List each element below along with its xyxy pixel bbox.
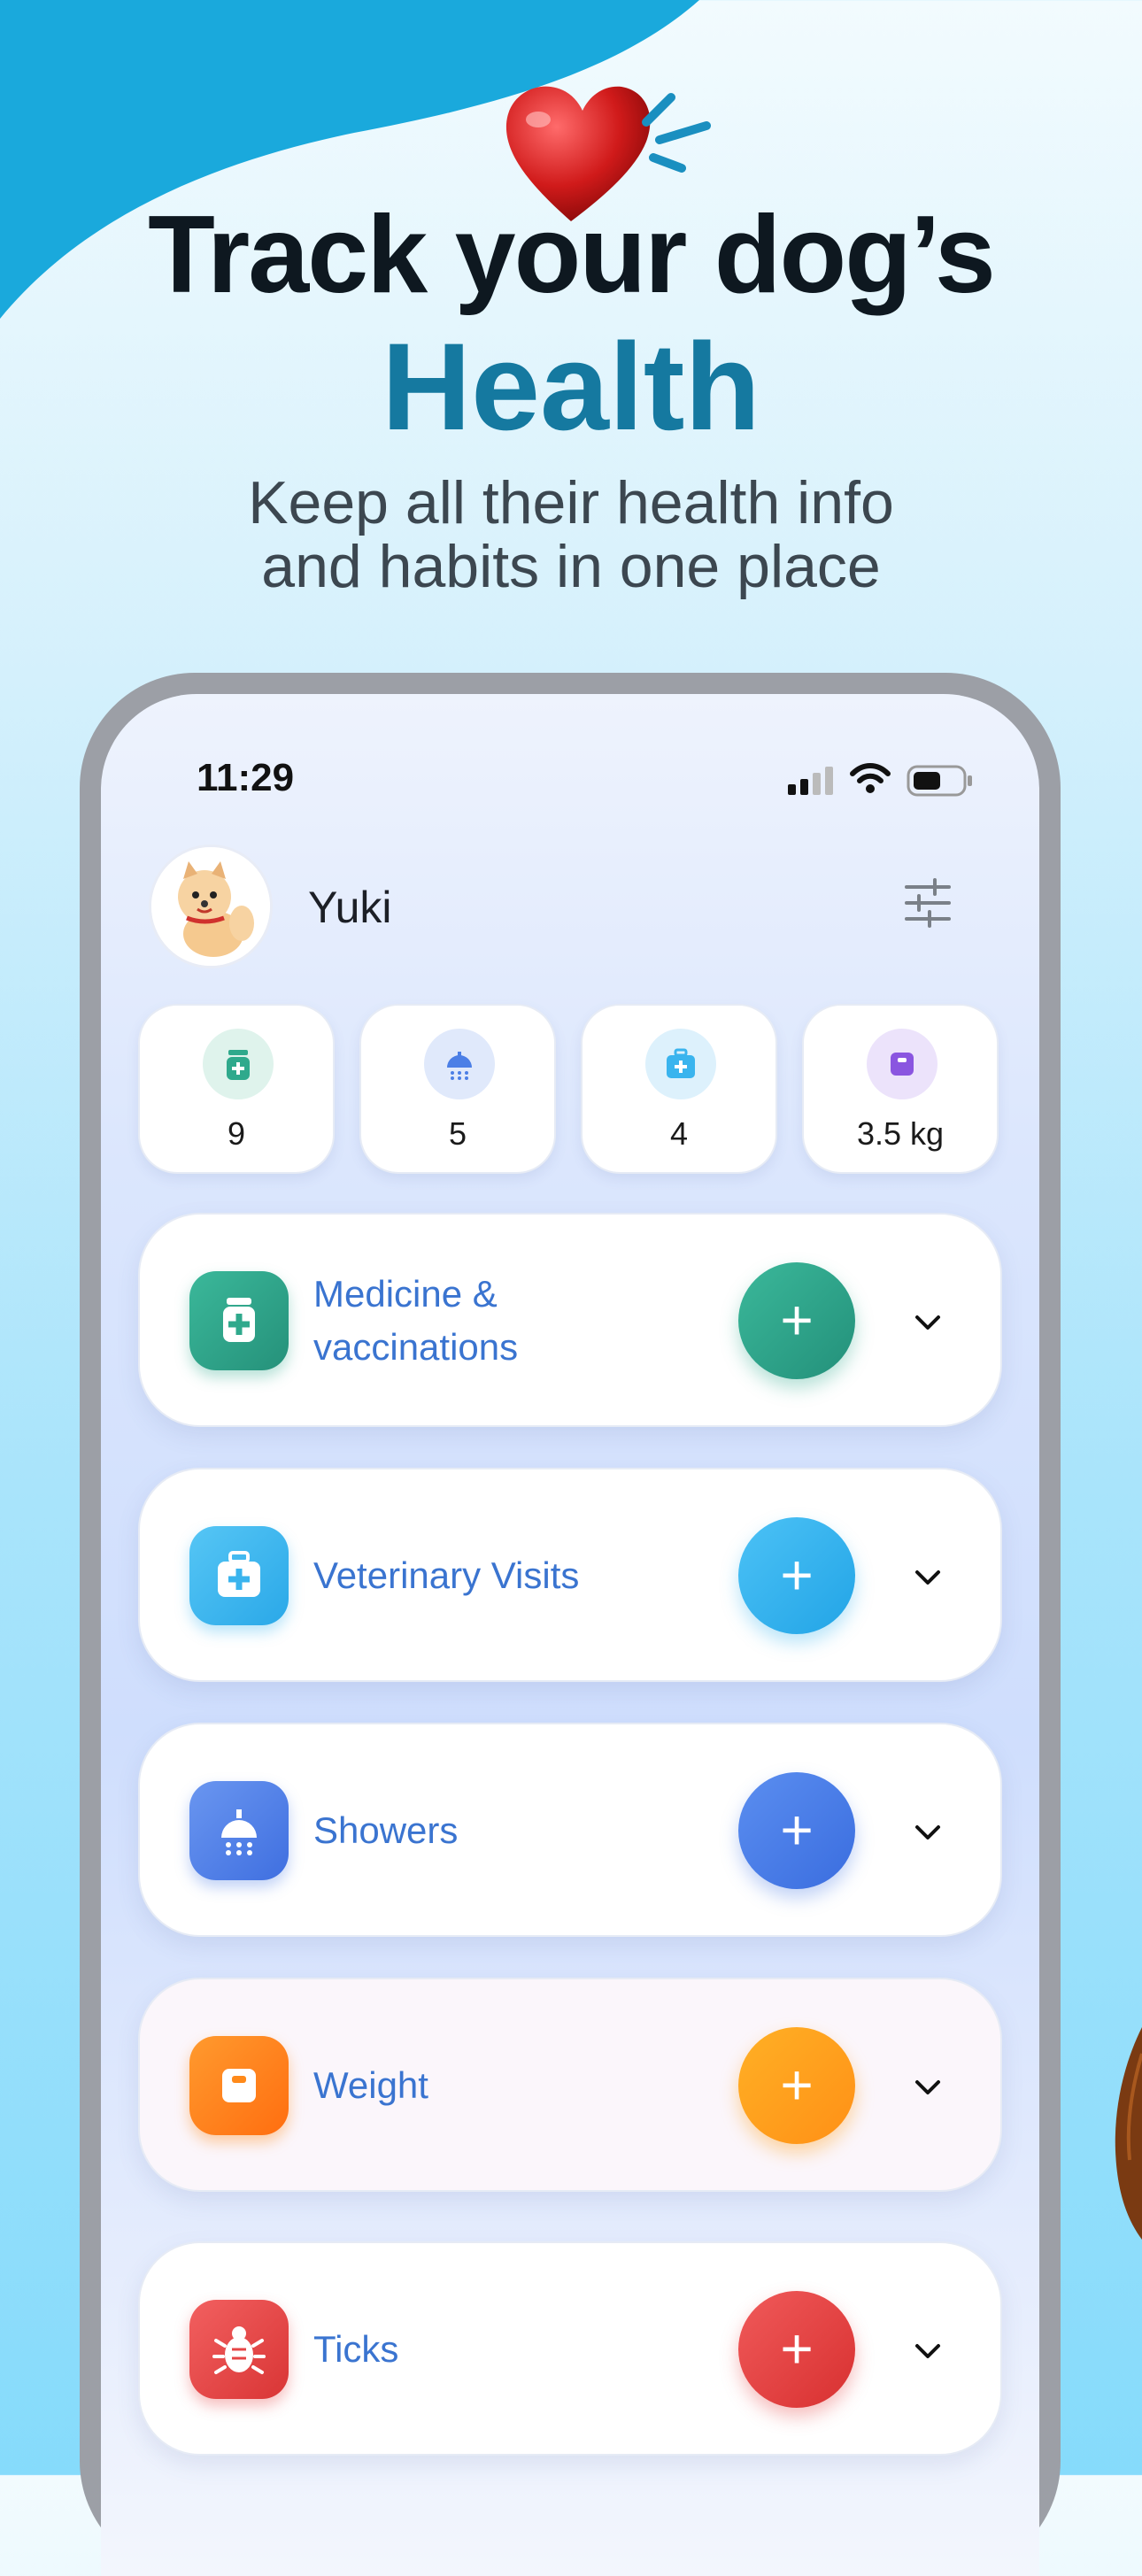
app-screen: 11:29 Yuki 9 5 4 3.5 kg Medicine & vacci… <box>101 694 1039 2576</box>
add-tick-button[interactable]: + <box>738 2291 855 2408</box>
phone-mockup: 11:29 Yuki 9 5 4 3.5 kg Medicine & vacci… <box>80 673 1061 2576</box>
stat-value: 9 <box>227 1115 246 1152</box>
stat-weight[interactable]: 3.5 kg <box>802 1004 999 1174</box>
chevron-down-icon[interactable] <box>912 2335 944 2367</box>
subtitle: Keep all their health info and habits in… <box>0 471 1142 598</box>
subtitle-line1: Keep all their health info <box>248 469 894 536</box>
chevron-down-icon[interactable] <box>912 1307 944 1338</box>
category-medicine-vaccinations[interactable]: Medicine & vaccinations + <box>138 1213 1002 1427</box>
category-title: Veterinary Visits <box>313 1554 580 1596</box>
headline-line2: Health <box>382 317 760 456</box>
subtitle-line2: and habits in one place <box>261 533 881 600</box>
cellular-signal-icon <box>788 767 833 795</box>
stat-value: 5 <box>448 1115 467 1152</box>
pomeranian-avatar[interactable] <box>149 845 273 968</box>
medicine-bottle-icon <box>189 1271 289 1370</box>
shower-icon <box>424 1029 495 1099</box>
stat-vet-visits[interactable]: 4 <box>581 1004 777 1174</box>
scale-icon <box>867 1029 938 1099</box>
stat-value: 3.5 kg <box>856 1115 945 1152</box>
wifi-icon <box>850 763 891 793</box>
category-title: Ticks <box>313 2328 399 2370</box>
dog-ear-decoration <box>1115 2027 1142 2240</box>
category-title: Showers <box>313 1809 459 1851</box>
vet-kit-icon <box>645 1029 716 1099</box>
vet-kit-icon <box>189 1526 289 1625</box>
stat-showers[interactable]: 5 <box>359 1004 556 1174</box>
category-title: Weight <box>313 2064 428 2106</box>
category-veterinary-visits[interactable]: Veterinary Visits + <box>138 1468 1002 1682</box>
stat-medicine[interactable]: 9 <box>138 1004 335 1174</box>
pet-profile-row: Yuki <box>149 845 990 968</box>
shower-icon <box>189 1781 289 1880</box>
add-medicine-button[interactable]: + <box>738 1262 855 1379</box>
add-weight-button[interactable]: + <box>738 2027 855 2144</box>
chevron-down-icon[interactable] <box>912 2071 944 2103</box>
category-ticks[interactable]: Ticks + <box>138 2241 1002 2456</box>
tick-bug-icon <box>189 2300 289 2399</box>
category-weight[interactable]: Weight + <box>138 1978 1002 2192</box>
chevron-down-icon[interactable] <box>912 1816 944 1848</box>
add-shower-button[interactable]: + <box>738 1772 855 1889</box>
status-time: 11:29 <box>197 756 295 799</box>
stat-value: 4 <box>669 1115 689 1152</box>
status-bar: 11:29 <box>101 756 1039 809</box>
sliders-icon[interactable] <box>901 876 954 929</box>
category-showers[interactable]: Showers + <box>138 1723 1002 1937</box>
medicine-bottle-icon <box>203 1029 274 1099</box>
add-vet-visit-button[interactable]: + <box>738 1517 855 1634</box>
battery-icon <box>907 765 972 797</box>
pet-name: Yuki <box>308 883 392 932</box>
chevron-down-icon[interactable] <box>912 1562 944 1593</box>
scale-icon <box>189 2036 289 2135</box>
category-title: Medicine & vaccinations <box>313 1273 519 1368</box>
headline-line1: Track your dog’s <box>148 194 996 316</box>
